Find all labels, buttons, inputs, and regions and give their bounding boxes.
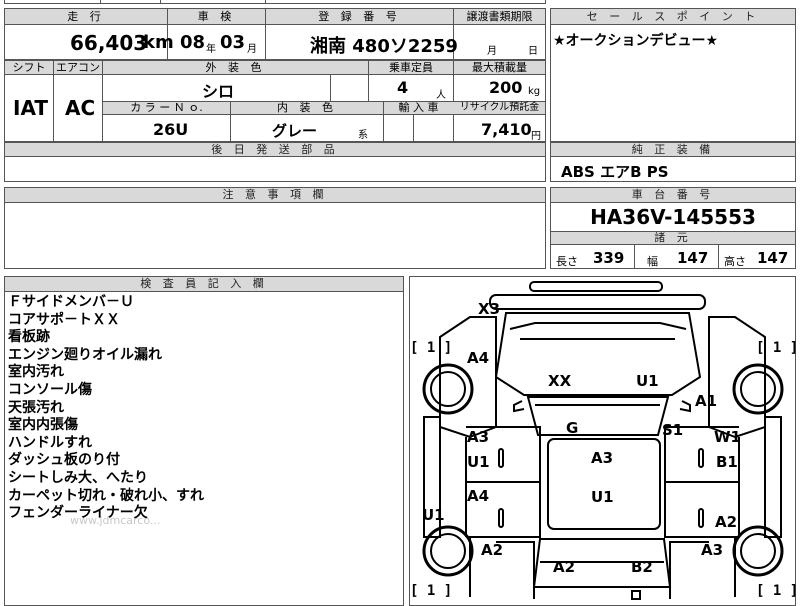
damage-label-a2-right: A2 bbox=[715, 513, 738, 531]
capacity-value: 4 bbox=[397, 78, 409, 97]
registration-value: 湘南 480ソ2259 bbox=[310, 36, 458, 57]
damage-label-s1: S1 bbox=[662, 421, 684, 439]
watermark: www.jdmcarco... bbox=[70, 514, 161, 527]
inspector-note-line: フェンダーライナー欠 bbox=[8, 505, 148, 522]
damage-label-a4-left: A4 bbox=[467, 487, 490, 505]
inspector-note-line: 室内内張傷 bbox=[8, 417, 78, 434]
sales-point-text: ★オークションデビュー★ bbox=[553, 33, 719, 49]
aircon-header: エアコン bbox=[56, 61, 100, 74]
recycle-header: リサイクル預託金 bbox=[459, 102, 540, 113]
max-load-header: 最大積載量 bbox=[472, 61, 527, 74]
specs-header: 諸 元 bbox=[551, 231, 795, 245]
damage-label-a2-bottom: A2 bbox=[553, 558, 576, 576]
damage-label-b1: B1 bbox=[716, 453, 738, 471]
damage-label-xx: XX bbox=[548, 372, 572, 390]
sales-point-box bbox=[550, 8, 796, 142]
damage-label-a3-left: A3 bbox=[467, 428, 490, 446]
recycle-value: 7,410 bbox=[481, 120, 532, 139]
damage-label-g: G bbox=[566, 419, 579, 437]
specs-height-label: 高さ bbox=[724, 255, 746, 268]
specs-width-label: 幅 bbox=[647, 255, 658, 268]
transfer-header: 譲渡書類期限 bbox=[466, 10, 533, 23]
inspector-header: 検 査 員 記 入 欄 bbox=[5, 277, 403, 292]
top-strip bbox=[4, 0, 546, 4]
inspector-note-line: カーペット切れ・破れ小、すれ bbox=[8, 487, 204, 504]
inspector-note-line: コンソール傷 bbox=[8, 381, 92, 398]
sales-point-header: セ ー ル ス ポ イ ン ト bbox=[551, 9, 795, 25]
damage-label-a4-top: A4 bbox=[467, 349, 490, 367]
aircon-value: AC bbox=[65, 96, 96, 120]
inspector-note-line: 看板跡 bbox=[8, 329, 50, 346]
damage-label-a1-right: A1 bbox=[695, 392, 718, 410]
specs-width-value: 147 bbox=[677, 249, 709, 267]
damage-label-a3-center: A3 bbox=[591, 449, 614, 467]
mileage-header: 走 行 bbox=[67, 10, 105, 23]
inspection-month: 03 bbox=[220, 32, 246, 53]
damage-label-a2-left: A2 bbox=[481, 541, 504, 559]
max-load-unit: kg bbox=[528, 86, 541, 97]
specs-height-value: 147 bbox=[757, 249, 789, 267]
caution-header: 注 意 事 項 欄 bbox=[5, 188, 545, 203]
inspector-note-line: 室内汚れ bbox=[8, 364, 64, 381]
capacity-header: 乗車定員 bbox=[389, 61, 433, 74]
capacity-unit: 人 bbox=[436, 90, 446, 101]
bracket-bottom-right: [ 1 ] bbox=[756, 583, 799, 599]
exterior-color-header: 外 装 色 bbox=[205, 61, 266, 74]
transfer-day-unit: 日 bbox=[528, 46, 538, 57]
transfer-month-unit: 月 bbox=[487, 46, 497, 57]
import-header: 輸 入 車 bbox=[398, 101, 439, 114]
equipment-value: ABS エアB PS bbox=[561, 163, 669, 181]
chassis-value: HA36V-145553 bbox=[590, 205, 756, 229]
inspector-note-line: ダッシュ板のり付 bbox=[8, 452, 120, 469]
later-parts-header: 後 日 発 送 部 品 bbox=[5, 143, 545, 157]
specs-length-label: 長さ bbox=[556, 255, 578, 268]
chassis-header: 車 台 番 号 bbox=[551, 188, 795, 203]
inspector-note-line: ハンドルすれ bbox=[8, 434, 92, 451]
color-no-header: カ ラ ー Ｎ ｏ. bbox=[130, 101, 203, 114]
inspection-header: 車 検 bbox=[197, 10, 236, 23]
equipment-header: 純 正 装 備 bbox=[551, 143, 795, 157]
interior-color-header: 内 装 色 bbox=[277, 101, 337, 114]
interior-color-value: グレー bbox=[272, 122, 318, 140]
inspector-note-line: Ｆサイドメンバ－Ｕ bbox=[8, 294, 134, 310]
damage-label-x3: X3 bbox=[478, 300, 501, 318]
shift-header: シフト bbox=[12, 61, 46, 74]
inspector-note-line: 天張汚れ bbox=[8, 399, 64, 416]
color-no-value: 26U bbox=[153, 120, 189, 139]
inspector-notes-list: Ｆサイドメンバ－Ｕ コアサポ－トＸＸ 看板跡 エンジン廻りオイル漏れ 室内汚れ コンソール… bbox=[8, 294, 398, 523]
inspection-year-unit: 年 bbox=[206, 44, 216, 55]
registration-header: 登 録 番 号 bbox=[318, 10, 401, 23]
damage-label-b2: B2 bbox=[631, 558, 653, 576]
damage-label-a3-right: A3 bbox=[701, 541, 724, 559]
specs-length-value: 339 bbox=[593, 249, 625, 267]
bracket-top-left: [ 1 ] bbox=[410, 340, 453, 356]
inspection-month-unit: 月 bbox=[247, 44, 257, 55]
max-load-value: 200 bbox=[489, 78, 523, 97]
inspection-year: 08 bbox=[180, 32, 206, 53]
damage-label-u1-top: U1 bbox=[636, 372, 659, 390]
damage-label-w1: W1 bbox=[714, 428, 741, 446]
inspector-note-line: シートしみ大、へたり bbox=[8, 469, 148, 486]
shift-value: IAT bbox=[13, 96, 49, 120]
bracket-top-right: [ 1 ] bbox=[756, 340, 799, 356]
inspector-note-line: コアサポ－トＸＸ bbox=[8, 311, 120, 328]
exterior-color-value: シロ bbox=[202, 82, 235, 101]
interior-color-suffix: 系 bbox=[358, 130, 368, 141]
inspector-note-line: エンジン廻りオイル漏れ bbox=[8, 346, 162, 363]
damage-label-u1-left: U1 bbox=[467, 453, 490, 471]
damage-label-u1-leftside: U1 bbox=[422, 506, 445, 524]
mileage-unit: km bbox=[143, 32, 174, 53]
bracket-bottom-left: [ 1 ] bbox=[410, 583, 453, 599]
damage-label-u1-center: U1 bbox=[591, 488, 614, 506]
mileage-value: 66,403 bbox=[70, 31, 148, 55]
recycle-unit: 円 bbox=[531, 131, 541, 142]
